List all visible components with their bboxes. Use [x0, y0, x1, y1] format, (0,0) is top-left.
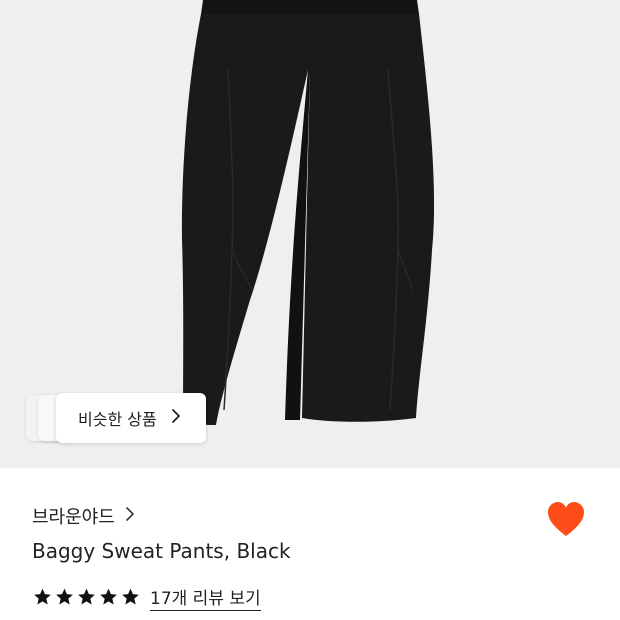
- star-icon: [54, 587, 75, 607]
- chevron-right-icon: [125, 506, 135, 527]
- heart-icon[interactable]: [546, 500, 586, 540]
- rating-stars: [32, 587, 141, 607]
- star-icon: [120, 587, 141, 607]
- product-title: Baggy Sweat Pants, Black: [32, 539, 291, 563]
- product-image-area[interactable]: 비슷한 상품: [0, 0, 620, 468]
- brand-link[interactable]: 브라운야드: [32, 502, 135, 530]
- star-icon: [76, 587, 97, 607]
- brand-name: 브라운야드: [32, 507, 115, 528]
- chevron-right-icon: [171, 408, 181, 428]
- similar-products-button[interactable]: 비슷한 상품: [24, 393, 206, 443]
- rating-row: 17개 리뷰 보기: [32, 583, 261, 611]
- similar-products-card[interactable]: 비슷한 상품: [56, 393, 206, 443]
- star-icon: [98, 587, 119, 607]
- similar-products-label: 비슷한 상품: [78, 410, 157, 429]
- star-icon: [32, 587, 53, 607]
- review-link[interactable]: 17개 리뷰 보기: [150, 584, 261, 611]
